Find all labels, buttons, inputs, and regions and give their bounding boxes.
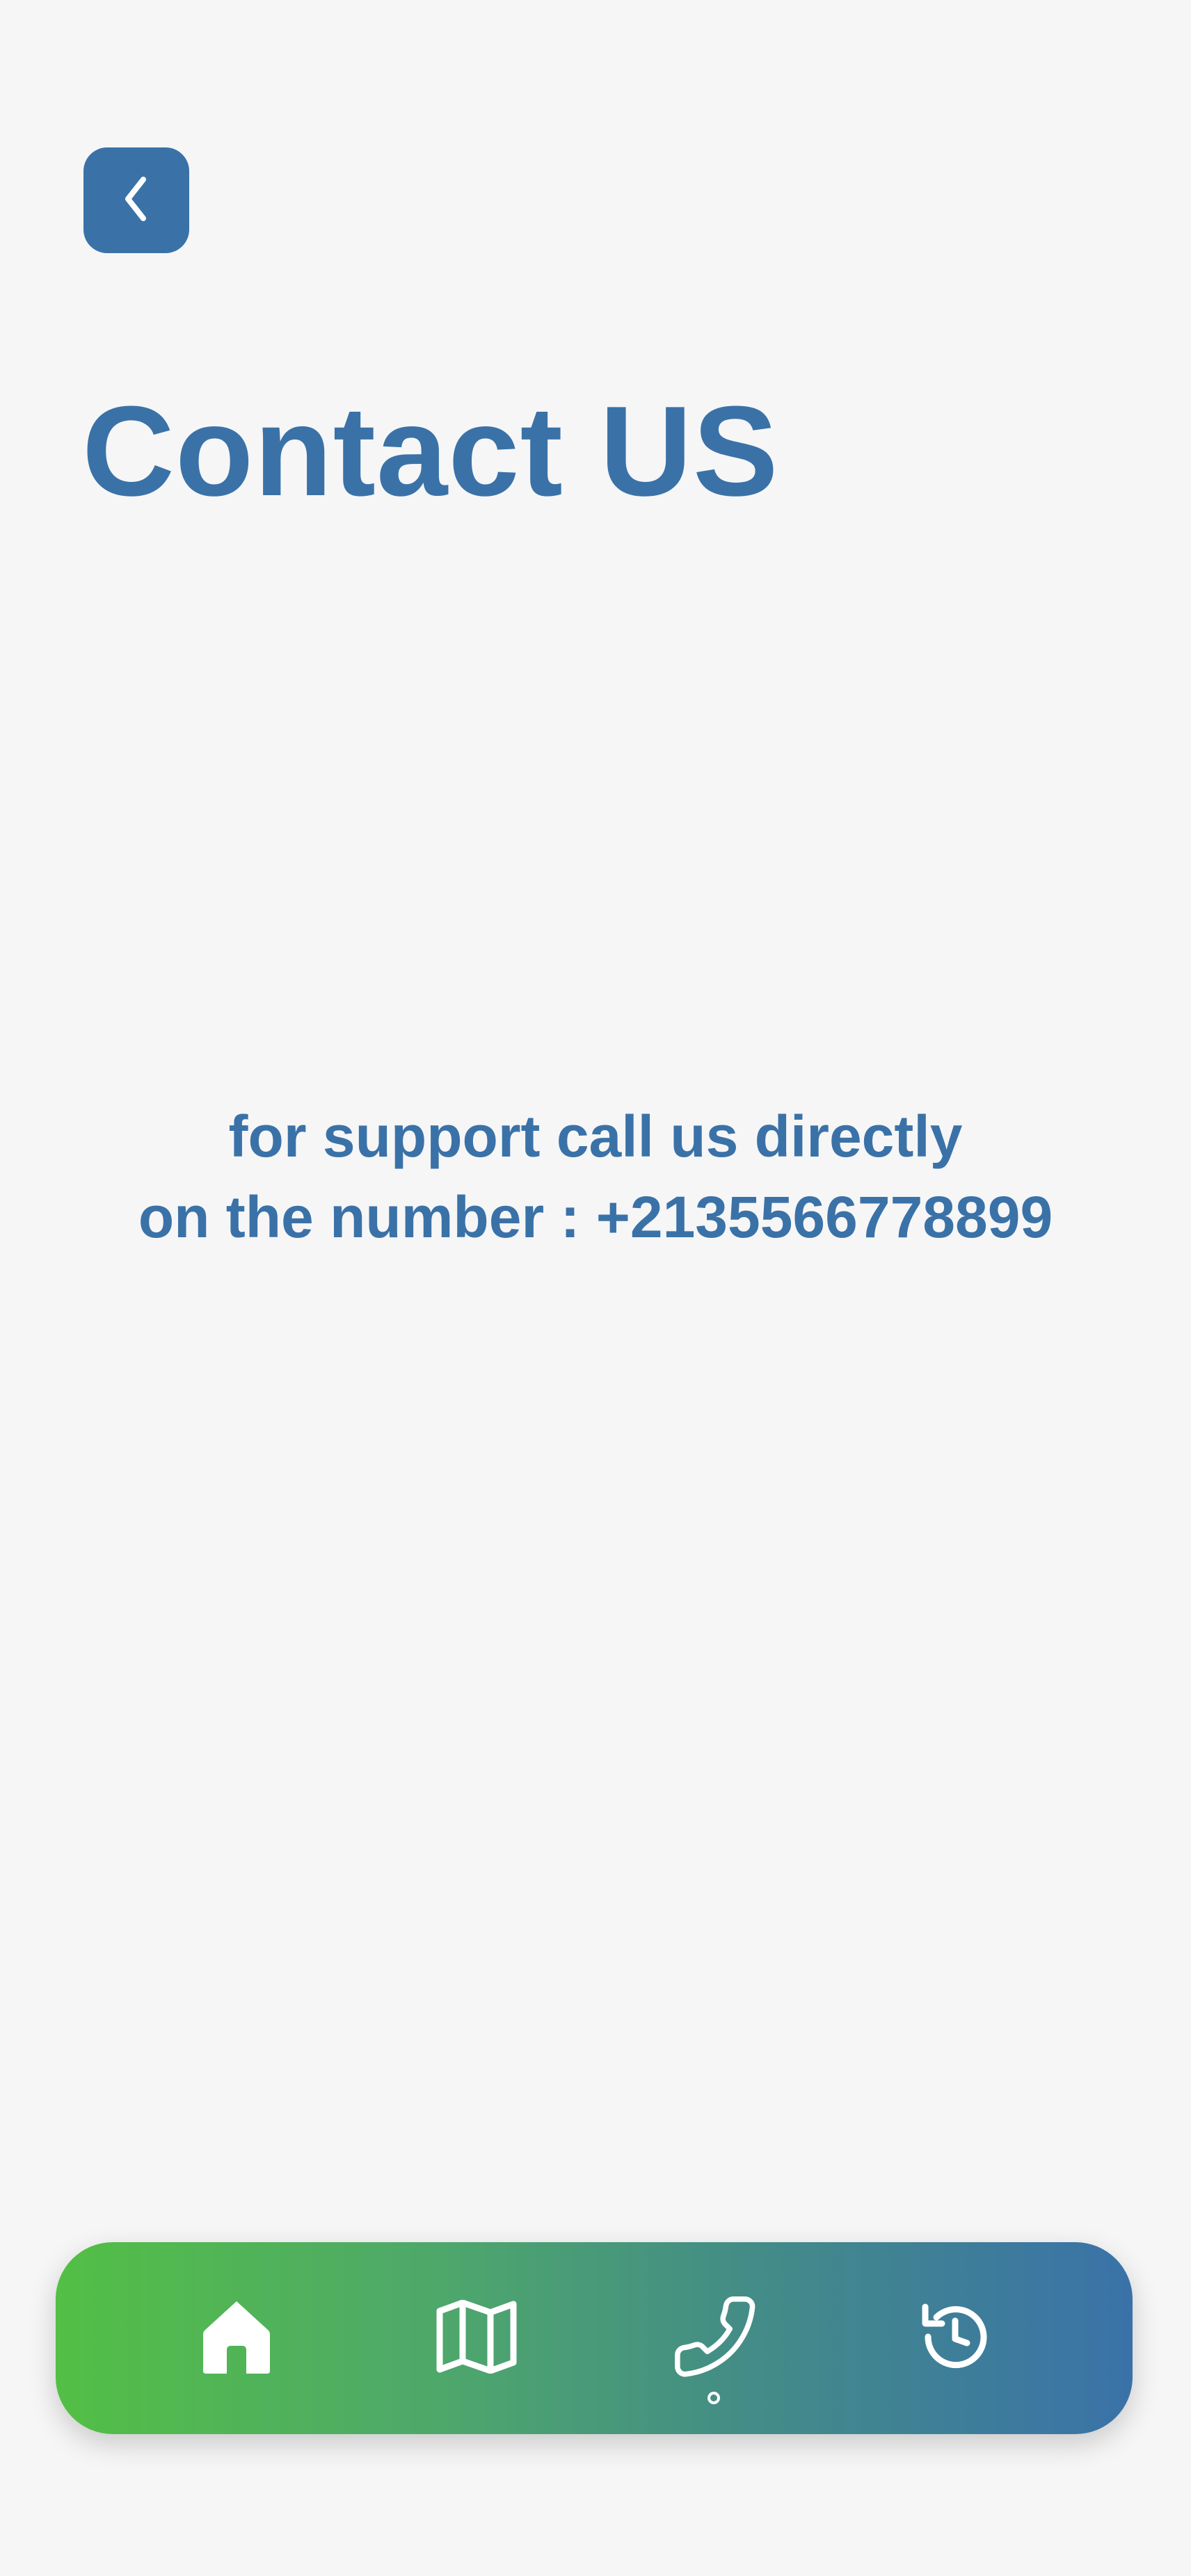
active-indicator-dot xyxy=(708,2392,720,2404)
phone-number-link[interactable]: +2135566778899 xyxy=(596,1184,1053,1250)
history-icon xyxy=(917,2299,993,2378)
page-title: Contact US xyxy=(82,379,779,522)
back-button[interactable] xyxy=(83,147,189,253)
bottom-nav xyxy=(56,2242,1133,2434)
nav-map-button[interactable] xyxy=(407,2242,546,2434)
map-icon xyxy=(436,2299,517,2377)
nav-contact-button[interactable] xyxy=(646,2242,785,2434)
phone-icon xyxy=(670,2292,760,2385)
support-line-2-prefix: on the number : xyxy=(138,1184,596,1250)
home-icon xyxy=(202,2299,271,2378)
chevron-left-icon xyxy=(117,171,156,230)
nav-history-button[interactable] xyxy=(886,2242,1025,2434)
support-message: for support call us directly on the numb… xyxy=(0,1096,1191,1257)
support-line-1: for support call us directly xyxy=(228,1104,963,1169)
support-line-2: on the number : +2135566778899 xyxy=(0,1177,1191,1257)
nav-home-button[interactable] xyxy=(167,2242,306,2434)
